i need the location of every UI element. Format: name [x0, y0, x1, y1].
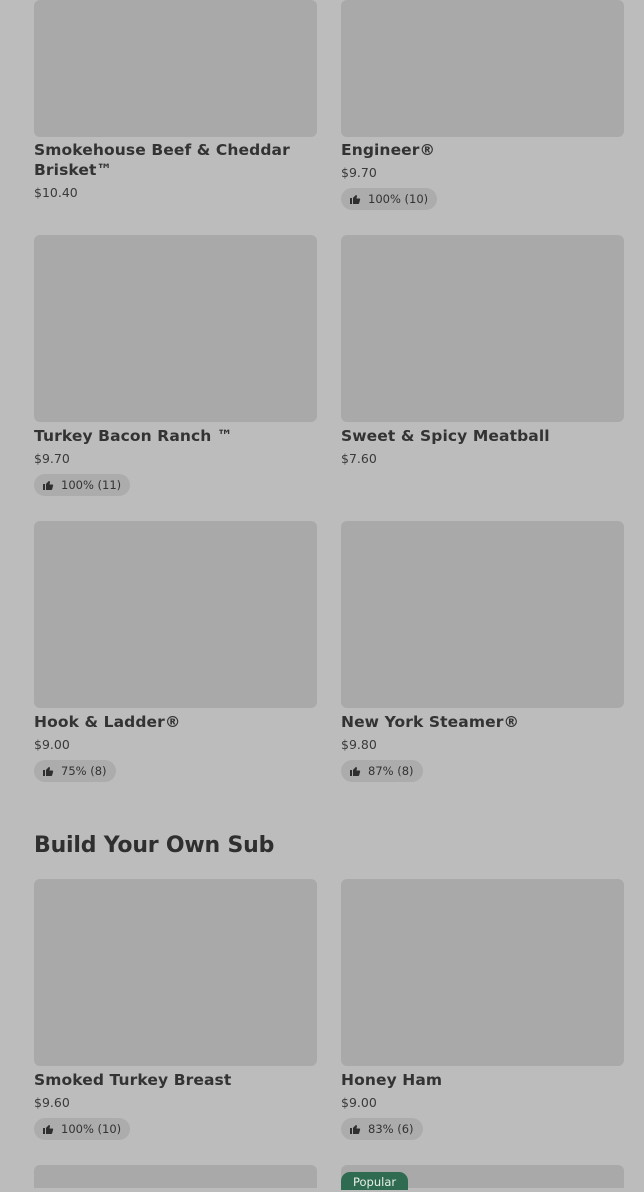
rating-text: 87% (8)	[368, 764, 414, 778]
item-price: $9.00	[34, 737, 70, 752]
rating-badge: 100% (10)	[341, 188, 438, 210]
item-name: Engineer®	[341, 141, 436, 159]
item-name: Sweet & Spicy Meatball	[341, 427, 550, 445]
rating-badge: 87% (8)	[341, 760, 423, 782]
item-name: New York Steamer®	[341, 713, 520, 731]
thumbs-up-icon	[43, 481, 54, 490]
item-price: $9.70	[34, 451, 70, 466]
section-title: Build Your Own Sub	[34, 833, 275, 858]
item-image[interactable]	[341, 0, 624, 137]
item-name: Smoked Turkey Breast	[34, 1071, 232, 1089]
thumbs-up-icon	[350, 195, 361, 204]
rating-badge: 100% (10)	[34, 1118, 131, 1140]
rating-text: 100% (10)	[61, 1122, 122, 1136]
thumbs-up-icon	[350, 767, 361, 776]
thumbs-up-icon	[43, 767, 54, 776]
rating-text: 83% (6)	[368, 1122, 414, 1136]
item-price: $9.70	[341, 165, 377, 180]
item-image[interactable]	[341, 879, 624, 1066]
item-image[interactable]	[34, 521, 317, 708]
item-name: Honey Ham	[341, 1071, 443, 1089]
item-image[interactable]	[34, 0, 317, 137]
item-name: Hook & Ladder®	[34, 713, 181, 731]
item-image[interactable]	[34, 1165, 317, 1188]
item-name: Smokehouse Beef & Cheddar Brisket™	[34, 141, 290, 179]
rating-text: 100% (10)	[368, 192, 429, 206]
rating-badge: 100% (11)	[34, 474, 131, 496]
rating-badge: 83% (6)	[341, 1118, 423, 1140]
item-price: $9.60	[34, 1095, 70, 1110]
popular-badge: Popular	[341, 1172, 409, 1190]
thumbs-up-icon	[43, 1125, 54, 1134]
thumbs-up-icon	[350, 1125, 361, 1134]
rating-text: 100% (11)	[61, 478, 122, 492]
menu-page: Smokehouse Beef & Cheddar Brisket™ $10.4…	[0, 0, 644, 1190]
rating-text: 75% (8)	[61, 764, 107, 778]
item-image[interactable]	[34, 879, 317, 1066]
rating-badge: 75% (8)	[34, 760, 116, 782]
item-image[interactable]	[34, 235, 317, 422]
item-price: $9.80	[341, 737, 377, 752]
item-image[interactable]	[341, 235, 624, 422]
item-name: Turkey Bacon Ranch ™	[34, 427, 233, 445]
item-price: $7.60	[341, 451, 377, 466]
item-price: $9.00	[341, 1095, 377, 1110]
item-price: $10.40	[34, 185, 78, 200]
item-image[interactable]	[341, 521, 624, 708]
